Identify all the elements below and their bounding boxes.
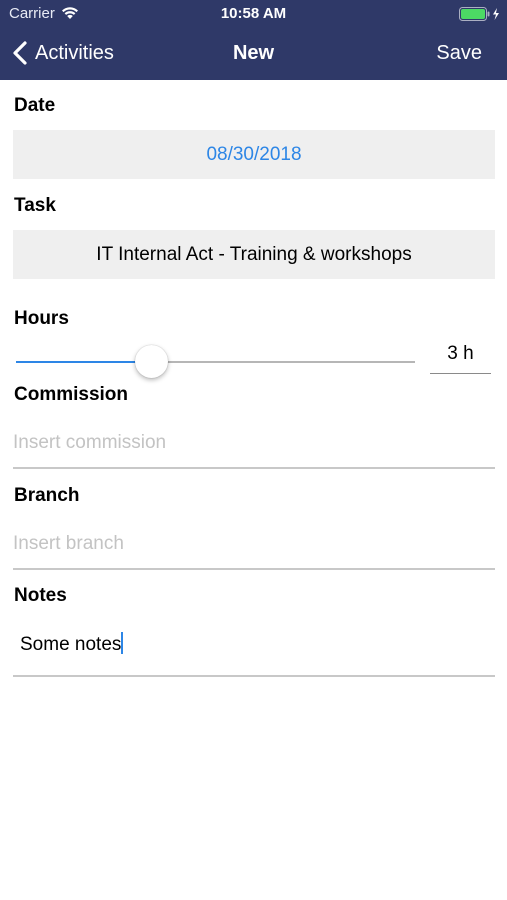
hours-label: Hours	[14, 308, 69, 329]
commission-underline	[13, 467, 495, 469]
commission-label: Commission	[14, 384, 129, 405]
branch-label: Branch	[14, 485, 80, 506]
text-cursor	[121, 632, 124, 654]
status-time: 10:58 AM	[220, 5, 287, 22]
date-field[interactable]: 08/30/2018	[13, 130, 495, 179]
status-bar: Carrier 10:58 AM	[0, 0, 507, 28]
hours-value-underline	[430, 373, 491, 374]
hours-slider-track[interactable]	[151, 361, 415, 363]
notes-value: Some notes	[20, 634, 122, 655]
save-button[interactable]: Save	[436, 42, 482, 65]
branch-underline	[13, 568, 495, 570]
hours-slider-thumb[interactable]	[135, 345, 169, 378]
date-label: Date	[14, 95, 56, 116]
notes-underline	[13, 675, 495, 677]
branch-input[interactable]	[13, 533, 495, 555]
task-label: Task	[14, 195, 56, 216]
battery-charging-icon	[459, 7, 499, 21]
notes-label: Notes	[14, 585, 67, 606]
hours-slider-track-filled[interactable]	[16, 361, 152, 363]
notes-textarea[interactable]: Some notes	[20, 632, 124, 656]
page-title: New	[232, 42, 275, 64]
navigation-header: Carrier 10:58 AM Activities New Save	[0, 0, 507, 80]
task-value: IT Internal Act - Training & workshops	[96, 243, 412, 265]
commission-input[interactable]	[13, 432, 495, 454]
nav-bar: Activities New Save	[0, 30, 507, 76]
date-value: 08/30/2018	[206, 143, 302, 165]
task-selector[interactable]: IT Internal Act - Training & workshops	[13, 230, 495, 279]
hours-value-field[interactable]: 3 h	[430, 343, 491, 373]
